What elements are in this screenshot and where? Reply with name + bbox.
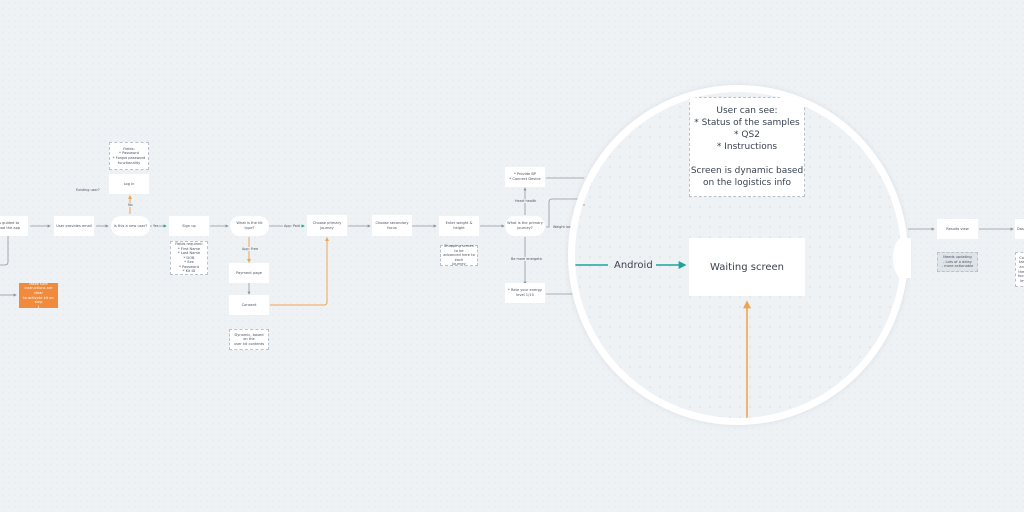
- decision-new-user[interactable]: Is this a new user?: [111, 216, 150, 236]
- label-existing-user: Existing user?: [75, 188, 101, 192]
- label-app-paid: App: Paid: [283, 224, 301, 228]
- node-sign-up[interactable]: Sign up: [169, 216, 209, 236]
- edge-consent-to-primary: [270, 237, 329, 306]
- note-activation-instructions[interactable]: Make sure instructions are clear to acti…: [19, 282, 58, 309]
- label-heart-health: Heart health: [514, 199, 538, 203]
- node-choose-secondary[interactable]: Choose secondary focus: [372, 215, 412, 236]
- node-waiting-screen[interactable]: Waiting screen: [689, 238, 805, 296]
- note-dynamic-kit[interactable]: Dynamic, based on the user kit contents: [229, 329, 269, 350]
- note-login-fields[interactable]: Fields: * Password * Forgot password fun…: [109, 142, 149, 170]
- decision-kit-type[interactable]: What is the kit type?: [230, 216, 269, 236]
- node-consent[interactable]: Consent: [229, 295, 269, 315]
- node-payment-page[interactable]: Payment page: [229, 263, 269, 283]
- node-rate-energy[interactable]: * Rate your energy level 1/10: [505, 283, 545, 303]
- node-guided-download[interactable]: User is guided to download the app: [0, 216, 28, 236]
- edge-guided-loop: [0, 236, 9, 266]
- node-provide-bp[interactable]: * Provide BP * Connect Device: [505, 167, 545, 187]
- node-choose-primary[interactable]: Choose primary journey: [307, 215, 347, 236]
- label-no: No: [127, 203, 134, 207]
- node-log-in[interactable]: Log in: [109, 174, 149, 194]
- label-be-more-energetic: Be more energetic: [510, 257, 544, 261]
- note-fields-required[interactable]: Fields required: * First Name * Last Nam…: [170, 241, 208, 275]
- label-android: Android: [612, 260, 655, 271]
- node-provides-email[interactable]: User provides email: [54, 216, 94, 236]
- note-user-can-see[interactable]: User can see: * Status of the samples * …: [689, 97, 805, 197]
- decision-primary-journey[interactable]: What is the primary journey?: [505, 216, 545, 236]
- lens-edge-handle: [893, 238, 911, 278]
- note-shopping-screen[interactable]: Shopping screen to be advanced here to e…: [440, 244, 478, 266]
- flowchart-canvas[interactable]: User is guided to download the app Make …: [0, 0, 1024, 512]
- label-yes: Yes: [152, 224, 160, 228]
- note-results-needs-updating[interactable]: Needs updating - Lots of a delay - more …: [937, 252, 978, 272]
- label-app-free: App: Free: [241, 247, 260, 251]
- note-right-partial[interactable]: Con take and the s focus lev: [1015, 252, 1024, 287]
- node-dashboard-partial[interactable]: Dash: [1015, 219, 1024, 239]
- node-results-view[interactable]: Results view: [937, 219, 978, 239]
- node-weight-height[interactable]: Enter weight & height: [439, 216, 479, 236]
- magnifier-lens: User can see: * Status of the samples * …: [568, 85, 908, 425]
